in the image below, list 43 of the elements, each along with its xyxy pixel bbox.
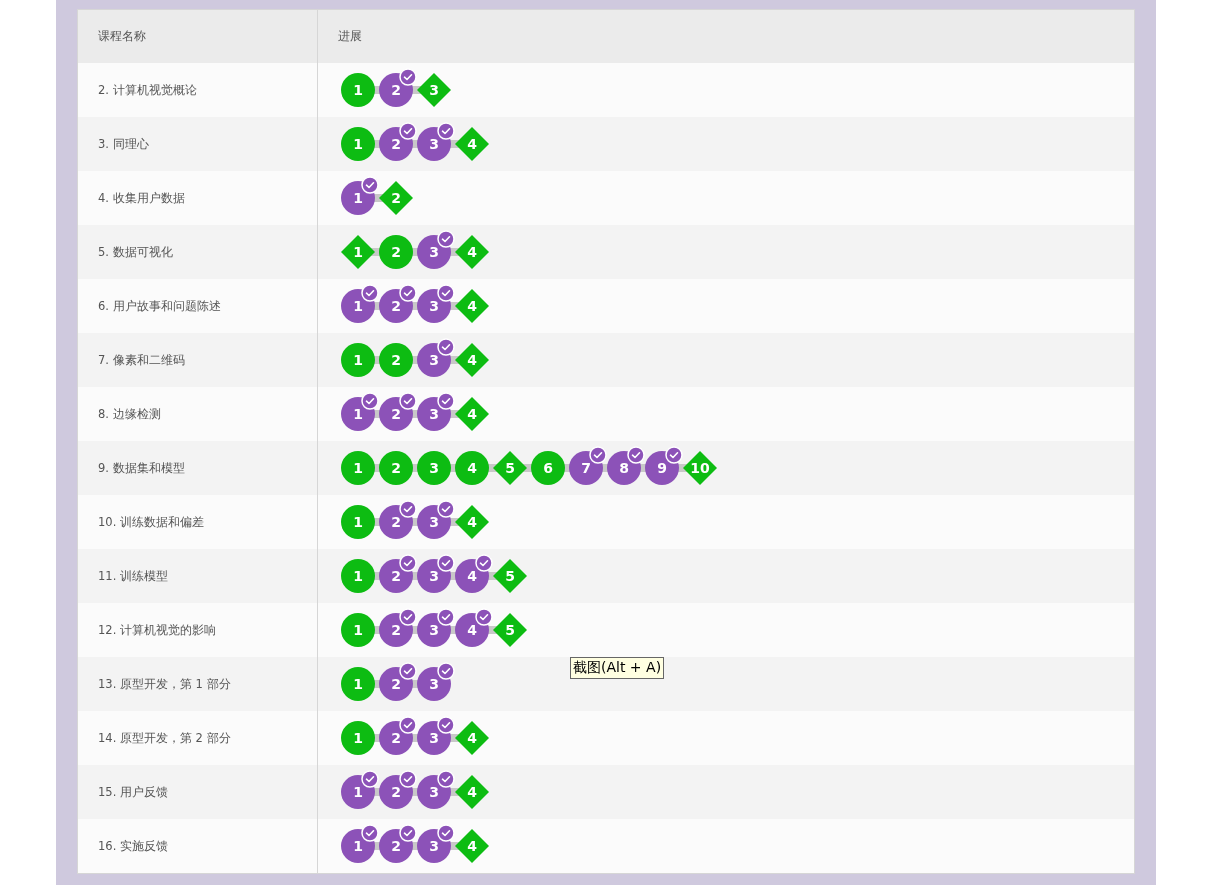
check-badge-icon xyxy=(399,554,417,572)
check-badge-icon xyxy=(437,824,455,842)
check-badge-icon xyxy=(399,824,417,842)
check-badge-icon xyxy=(361,770,379,788)
column-header: 课程名称 xyxy=(78,10,318,63)
check-badge-icon xyxy=(399,500,417,518)
check-badge-icon xyxy=(399,716,417,734)
check-badge-icon xyxy=(437,392,455,410)
check-badge-icon xyxy=(437,230,455,248)
check-badge-icon xyxy=(475,608,493,626)
check-badge-icon xyxy=(437,608,455,626)
check-badge-icon xyxy=(399,284,417,302)
course-name: 3. 同理心 xyxy=(78,117,318,171)
check-badge-icon xyxy=(399,608,417,626)
check-badge-icon xyxy=(589,446,607,464)
check-badge-icon xyxy=(437,122,455,140)
check-badge-icon xyxy=(475,554,493,572)
check-badge-icon xyxy=(361,392,379,410)
course-name: 5. 数据可视化 xyxy=(78,225,318,279)
check-badge-icon xyxy=(627,446,645,464)
check-badge-icon xyxy=(399,770,417,788)
check-badge-icon xyxy=(399,122,417,140)
course-name: 15. 用户反馈 xyxy=(78,765,318,819)
check-badge-icon xyxy=(361,824,379,842)
column-header: 进展 xyxy=(318,10,1134,63)
check-badge-icon xyxy=(665,446,683,464)
check-badge-icon xyxy=(399,662,417,680)
tooltip: 截图(Alt + A) xyxy=(570,657,665,679)
check-badge-icon xyxy=(437,662,455,680)
check-badge-icon xyxy=(437,770,455,788)
check-badge-icon xyxy=(437,500,455,518)
course-name: 13. 原型开发，第 1 部分 xyxy=(78,657,318,711)
course-name: 11. 训练模型 xyxy=(78,549,318,603)
check-badge-icon xyxy=(437,716,455,734)
check-badge-icon xyxy=(361,284,379,302)
check-badge-icon xyxy=(399,68,417,86)
check-badge-icon xyxy=(437,284,455,302)
check-badge-icon xyxy=(399,392,417,410)
course-name: 9. 数据集和模型 xyxy=(78,441,318,495)
check-badge-icon xyxy=(437,338,455,356)
check-badge-icon xyxy=(437,554,455,572)
course-name: 7. 像素和二维码 xyxy=(78,333,318,387)
check-badge-icon xyxy=(361,176,379,194)
